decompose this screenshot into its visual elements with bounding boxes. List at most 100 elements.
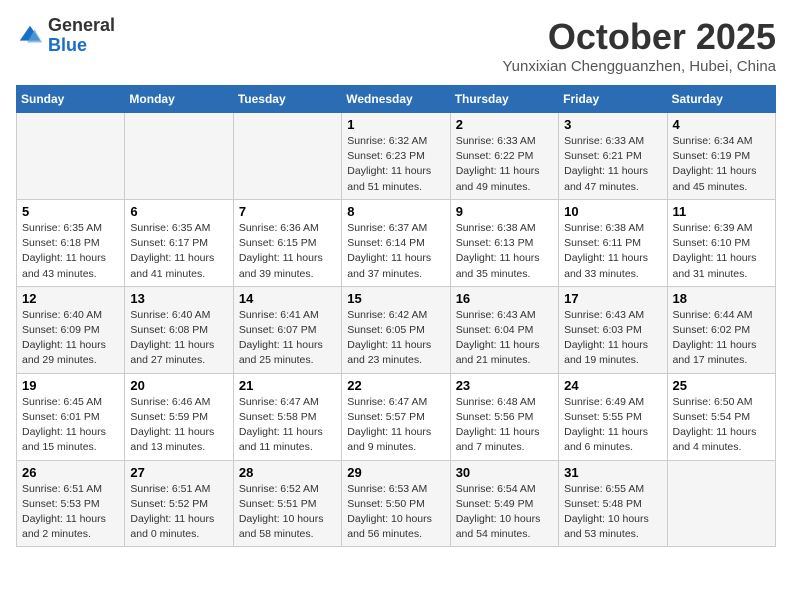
day-info: Sunrise: 6:35 AMSunset: 6:18 PMDaylight:… [22, 221, 119, 282]
day-info: Sunrise: 6:47 AMSunset: 5:58 PMDaylight:… [239, 395, 336, 456]
day-number: 2 [456, 117, 553, 132]
calendar-cell: 3 Sunrise: 6:33 AMSunset: 6:21 PMDaylight… [559, 113, 667, 200]
day-number: 20 [130, 378, 227, 393]
title-section: October 2025 Yunxixian Chengguanzhen, Hu… [502, 16, 776, 75]
weekday-header-cell: Saturday [667, 86, 775, 113]
day-number: 21 [239, 378, 336, 393]
day-number: 13 [130, 291, 227, 306]
day-number: 24 [564, 378, 661, 393]
day-number: 29 [347, 465, 444, 480]
day-number: 6 [130, 204, 227, 219]
calendar-table: SundayMondayTuesdayWednesdayThursdayFrid… [16, 85, 776, 547]
day-info: Sunrise: 6:37 AMSunset: 6:14 PMDaylight:… [347, 221, 444, 282]
calendar-cell: 25Sunrise: 6:50 AMSunset: 5:54 PMDayligh… [667, 373, 775, 460]
calendar-cell: 6 Sunrise: 6:35 AMSunset: 6:17 PMDaylight… [125, 199, 233, 286]
day-number: 16 [456, 291, 553, 306]
day-info: Sunrise: 6:51 AMSunset: 5:53 PMDaylight:… [22, 482, 119, 543]
logo-general-text: General [48, 15, 115, 35]
day-number: 22 [347, 378, 444, 393]
day-info: Sunrise: 6:40 AMSunset: 6:08 PMDaylight:… [130, 308, 227, 369]
weekday-header-cell: Sunday [17, 86, 125, 113]
day-info: Sunrise: 6:54 AMSunset: 5:49 PMDaylight:… [456, 482, 553, 543]
day-info: Sunrise: 6:44 AMSunset: 6:02 PMDaylight:… [673, 308, 770, 369]
day-number: 7 [239, 204, 336, 219]
calendar-cell: 1Sunrise: 6:32 AMSunset: 6:23 PMDaylight… [342, 113, 450, 200]
calendar-cell [125, 113, 233, 200]
day-info: Sunrise: 6:47 AMSunset: 5:57 PMDaylight:… [347, 395, 444, 456]
weekday-header-cell: Wednesday [342, 86, 450, 113]
logo-blue-text: Blue [48, 35, 87, 55]
logo: General Blue [16, 16, 115, 56]
calendar-cell: 15 Sunrise: 6:42 AMSunset: 6:05 PMDayligh… [342, 286, 450, 373]
day-number: 10 [564, 204, 661, 219]
day-info: Sunrise: 6:46 AMSunset: 5:59 PMDaylight:… [130, 395, 227, 456]
weekday-header-row: SundayMondayTuesdayWednesdayThursdayFrid… [17, 86, 776, 113]
calendar-cell: 20 Sunrise: 6:46 AMSunset: 5:59 PMDayligh… [125, 373, 233, 460]
calendar-cell: 9 Sunrise: 6:38 AMSunset: 6:13 PMDaylight… [450, 199, 558, 286]
day-number: 17 [564, 291, 661, 306]
day-info: Sunrise: 6:43 AMSunset: 6:03 PMDaylight:… [564, 308, 661, 369]
calendar-cell: 30 Sunrise: 6:54 AMSunset: 5:49 PMDayligh… [450, 460, 558, 547]
day-info: Sunrise: 6:39 AMSunset: 6:10 PMDaylight:… [673, 221, 770, 282]
day-info: Sunrise: 6:50 AMSunset: 5:54 PMDaylight:… [673, 395, 770, 456]
calendar-cell: 8 Sunrise: 6:37 AMSunset: 6:14 PMDaylight… [342, 199, 450, 286]
day-info: Sunrise: 6:33 AMSunset: 6:21 PMDaylight:… [564, 134, 661, 195]
calendar-title: October 2025 [502, 16, 776, 58]
calendar-cell: 24 Sunrise: 6:49 AMSunset: 5:55 PMDayligh… [559, 373, 667, 460]
logo-icon [16, 22, 44, 50]
day-info: Sunrise: 6:51 AMSunset: 5:52 PMDaylight:… [130, 482, 227, 543]
calendar-week-row: 26 Sunrise: 6:51 AMSunset: 5:53 PMDayligh… [17, 460, 776, 547]
day-number: 27 [130, 465, 227, 480]
day-info: Sunrise: 6:43 AMSunset: 6:04 PMDaylight:… [456, 308, 553, 369]
day-info: Sunrise: 6:49 AMSunset: 5:55 PMDaylight:… [564, 395, 661, 456]
day-number: 19 [22, 378, 119, 393]
calendar-body: 1Sunrise: 6:32 AMSunset: 6:23 PMDaylight… [17, 113, 776, 547]
calendar-cell: 18 Sunrise: 6:44 AMSunset: 6:02 PMDayligh… [667, 286, 775, 373]
day-number: 5 [22, 204, 119, 219]
day-number: 9 [456, 204, 553, 219]
day-number: 18 [673, 291, 770, 306]
calendar-cell [17, 113, 125, 200]
day-number: 14 [239, 291, 336, 306]
day-info: Sunrise: 6:38 AMSunset: 6:11 PMDaylight:… [564, 221, 661, 282]
weekday-header-cell: Monday [125, 86, 233, 113]
day-info: Sunrise: 6:33 AMSunset: 6:22 PMDaylight:… [456, 134, 553, 195]
calendar-cell: 5 Sunrise: 6:35 AMSunset: 6:18 PMDaylight… [17, 199, 125, 286]
calendar-cell [233, 113, 341, 200]
calendar-cell: 10 Sunrise: 6:38 AMSunset: 6:11 PMDayligh… [559, 199, 667, 286]
calendar-cell: 31 Sunrise: 6:55 AMSunset: 5:48 PMDayligh… [559, 460, 667, 547]
calendar-cell: 22 Sunrise: 6:47 AMSunset: 5:57 PMDayligh… [342, 373, 450, 460]
calendar-cell: 23Sunrise: 6:48 AMSunset: 5:56 PMDayligh… [450, 373, 558, 460]
day-number: 26 [22, 465, 119, 480]
weekday-header-cell: Friday [559, 86, 667, 113]
day-info: Sunrise: 6:34 AMSunset: 6:19 PMDaylight:… [673, 134, 770, 195]
day-number: 8 [347, 204, 444, 219]
day-number: 30 [456, 465, 553, 480]
day-number: 3 [564, 117, 661, 132]
day-number: 11 [673, 204, 770, 219]
day-number: 15 [347, 291, 444, 306]
day-info: Sunrise: 6:45 AMSunset: 6:01 PMDaylight:… [22, 395, 119, 456]
day-info: Sunrise: 6:38 AMSunset: 6:13 PMDaylight:… [456, 221, 553, 282]
calendar-cell: 27 Sunrise: 6:51 AMSunset: 5:52 PMDayligh… [125, 460, 233, 547]
calendar-week-row: 1Sunrise: 6:32 AMSunset: 6:23 PMDaylight… [17, 113, 776, 200]
calendar-cell: 29Sunrise: 6:53 AMSunset: 5:50 PMDayligh… [342, 460, 450, 547]
calendar-cell: 4Sunrise: 6:34 AMSunset: 6:19 PMDaylight… [667, 113, 775, 200]
day-info: Sunrise: 6:35 AMSunset: 6:17 PMDaylight:… [130, 221, 227, 282]
weekday-header-cell: Thursday [450, 86, 558, 113]
day-info: Sunrise: 6:52 AMSunset: 5:51 PMDaylight:… [239, 482, 336, 543]
calendar-week-row: 12 Sunrise: 6:40 AMSunset: 6:09 PMDayligh… [17, 286, 776, 373]
day-info: Sunrise: 6:55 AMSunset: 5:48 PMDaylight:… [564, 482, 661, 543]
calendar-cell: 17 Sunrise: 6:43 AMSunset: 6:03 PMDayligh… [559, 286, 667, 373]
calendar-week-row: 19 Sunrise: 6:45 AMSunset: 6:01 PMDayligh… [17, 373, 776, 460]
day-number: 31 [564, 465, 661, 480]
day-number: 12 [22, 291, 119, 306]
day-info: Sunrise: 6:40 AMSunset: 6:09 PMDaylight:… [22, 308, 119, 369]
weekday-header-cell: Tuesday [233, 86, 341, 113]
calendar-cell: 28 Sunrise: 6:52 AMSunset: 5:51 PMDayligh… [233, 460, 341, 547]
day-number: 23 [456, 378, 553, 393]
calendar-cell: 12 Sunrise: 6:40 AMSunset: 6:09 PMDayligh… [17, 286, 125, 373]
day-number: 28 [239, 465, 336, 480]
day-info: Sunrise: 6:42 AMSunset: 6:05 PMDaylight:… [347, 308, 444, 369]
calendar-cell: 2 Sunrise: 6:33 AMSunset: 6:22 PMDaylight… [450, 113, 558, 200]
